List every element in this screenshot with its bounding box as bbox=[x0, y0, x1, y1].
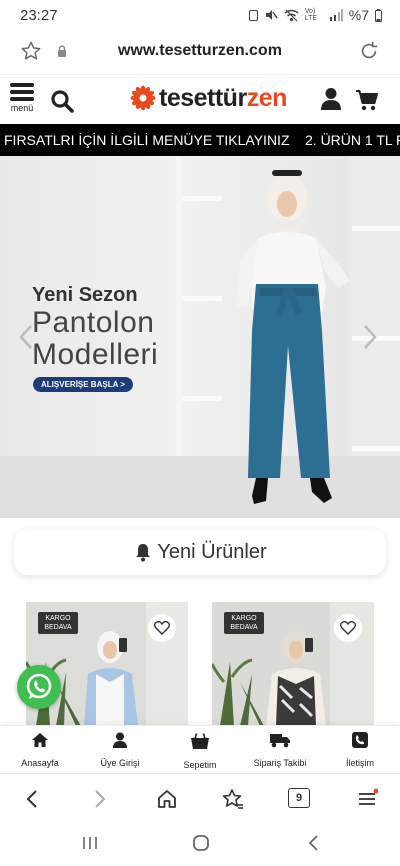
product-card[interactable]: KARGO BEDAVA bbox=[26, 602, 188, 726]
nav-label: Sepetim bbox=[183, 760, 217, 770]
user-icon[interactable] bbox=[320, 87, 342, 111]
banner-title-line-2: Modelleri bbox=[32, 338, 159, 371]
menu-icon[interactable] bbox=[356, 788, 378, 810]
nav-item-order-tracking[interactable]: Sipariş Takibi bbox=[240, 732, 320, 771]
site-header: menü tesettürzen bbox=[0, 74, 400, 124]
heart-icon bbox=[340, 621, 356, 635]
system-home-icon[interactable] bbox=[192, 834, 210, 852]
hero-banner[interactable]: Yeni Sezon Pantolon Modelleri ALIŞVERİŞE… bbox=[0, 156, 400, 518]
nav-label: Üye Girişi bbox=[100, 758, 140, 768]
nav-item-login[interactable]: Üye Girişi bbox=[80, 732, 160, 771]
status-time: 23:27 bbox=[20, 6, 58, 24]
logo-text: tesettürzen bbox=[159, 83, 287, 112]
nav-label: İletişim bbox=[345, 758, 374, 768]
whatsapp-icon bbox=[26, 673, 52, 699]
free-shipping-badge: KARGO BEDAVA bbox=[224, 612, 264, 634]
menu-button[interactable]: menü bbox=[8, 83, 36, 119]
announcement-ticker[interactable]: FIRSATLRI İÇİN İLGİLİ MENÜYE TIKLAYINIZ … bbox=[0, 124, 400, 156]
section-title: Yeni Ürünler bbox=[157, 540, 267, 563]
shop-now-button[interactable]: ALIŞVERİŞE BAŞLA > bbox=[33, 377, 133, 392]
menu-label: menü bbox=[10, 103, 34, 113]
bell-icon bbox=[136, 544, 151, 562]
bookmarks-icon[interactable] bbox=[222, 788, 244, 810]
battery-level: %7 bbox=[348, 7, 369, 23]
nav-label: Sipariş Takibi bbox=[253, 758, 307, 768]
status-bar: 23:27 Vo) LTE %7 bbox=[0, 0, 400, 30]
banner-subtitle: Yeni Sezon bbox=[32, 284, 138, 306]
wishlist-button[interactable] bbox=[334, 614, 362, 642]
search-icon[interactable] bbox=[50, 89, 74, 113]
site-bottom-nav: Anasayfa Üye Girişi Sepetim Sipariş Taki… bbox=[0, 725, 400, 773]
logo-flower-icon bbox=[130, 85, 156, 111]
wishlist-button[interactable] bbox=[148, 614, 176, 642]
mute-icon bbox=[265, 10, 278, 20]
signal-icon bbox=[329, 9, 343, 21]
chevron-right-icon[interactable] bbox=[362, 324, 378, 350]
bag-icon bbox=[191, 733, 209, 749]
nav-item-contact[interactable]: İletişim bbox=[320, 732, 400, 771]
chevron-left-icon[interactable] bbox=[18, 324, 34, 350]
url-text[interactable]: www.tesetturzen.com bbox=[0, 42, 400, 60]
new-products-heading: Yeni Ürünler bbox=[14, 529, 386, 575]
sim-icon bbox=[248, 9, 258, 21]
page: 23:27 Vo) LTE %7 www.tesetturzen.com men… bbox=[0, 0, 400, 866]
user-icon bbox=[113, 732, 127, 748]
nav-item-cart[interactable]: Sepetim bbox=[160, 732, 240, 773]
battery-icon bbox=[375, 8, 382, 22]
back-icon[interactable] bbox=[22, 788, 44, 810]
truck-icon bbox=[270, 734, 290, 748]
ticker-text-2: 2. ÜRÜN 1 TL FI bbox=[305, 132, 400, 148]
home-icon bbox=[32, 733, 48, 747]
ticker-text-1: FIRSATLRI İÇİN İLGİLİ MENÜYE TIKLAYINIZ bbox=[4, 132, 290, 148]
nav-label: Anasayfa bbox=[21, 758, 59, 768]
model-image bbox=[236, 170, 350, 504]
site-logo[interactable]: tesettürzen bbox=[130, 83, 287, 113]
home-icon[interactable] bbox=[156, 788, 178, 810]
hamburger-icon bbox=[10, 83, 34, 87]
wifi-icon bbox=[284, 9, 299, 21]
forward-icon[interactable] bbox=[88, 788, 110, 810]
status-icons: Vo) LTE %7 bbox=[248, 7, 382, 23]
cart-icon[interactable] bbox=[355, 88, 379, 112]
free-shipping-badge: KARGO BEDAVA bbox=[38, 612, 78, 634]
whatsapp-button[interactable] bbox=[17, 665, 61, 709]
heart-icon bbox=[154, 621, 170, 635]
product-card[interactable]: KARGO BEDAVA bbox=[212, 602, 374, 726]
network-label: Vo) LTE bbox=[304, 8, 318, 22]
phone-icon bbox=[352, 732, 368, 748]
reload-icon[interactable] bbox=[358, 40, 380, 62]
browser-address-bar: www.tesetturzen.com bbox=[0, 30, 400, 74]
tabs-button[interactable]: 9 bbox=[288, 788, 310, 808]
recent-apps-icon[interactable] bbox=[82, 835, 98, 851]
system-back-icon[interactable] bbox=[306, 834, 322, 852]
system-nav-bar bbox=[0, 823, 400, 866]
nav-item-home[interactable]: Anasayfa bbox=[0, 732, 80, 771]
banner-title-line-1: Pantolon bbox=[32, 306, 155, 339]
browser-toolbar: 9 bbox=[0, 773, 400, 823]
tab-count: 9 bbox=[295, 792, 303, 804]
